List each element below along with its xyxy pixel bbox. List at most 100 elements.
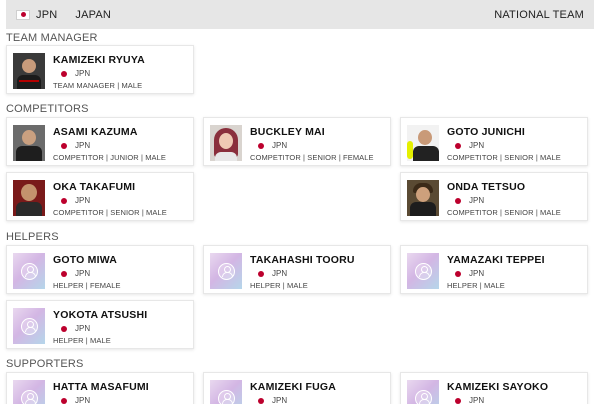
- japan-flag-icon: [455, 397, 461, 404]
- member-role: HELPER | MALE: [53, 336, 111, 345]
- japan-flag-icon: [258, 270, 264, 277]
- japan-flag-icon: [16, 9, 30, 20]
- japan-flag-icon: [61, 197, 67, 204]
- member-card-oka-takafumi[interactable]: OKA TAKAFUMI JPN COMPETITOR | SENIOR | M…: [6, 172, 194, 221]
- member-card-goto-junichi[interactable]: GOTO JUNICHI JPN COMPETITOR | SENIOR | M…: [400, 117, 588, 166]
- user-placeholder-icon: [20, 389, 38, 404]
- member-role: TEAM MANAGER | MALE: [53, 81, 143, 90]
- member-country: JPN: [61, 269, 90, 278]
- section-title-supporters: SUPPORTERS: [6, 358, 84, 370]
- user-placeholder-icon: [217, 262, 235, 280]
- japan-flag-icon: [455, 270, 461, 277]
- member-card-hatta-masafumi[interactable]: HATTA MASAFUMI JPN: [6, 372, 194, 404]
- avatar: [13, 125, 45, 161]
- avatar-placeholder: [407, 253, 439, 289]
- member-name: YAMAZAKI TEPPEI: [447, 254, 545, 266]
- member-name: KAMIZEKI RYUYA: [53, 54, 145, 66]
- member-name: TAKAHASHI TOORU: [250, 254, 355, 266]
- avatar: [13, 53, 45, 89]
- member-name: KAMIZEKI SAYOKO: [447, 381, 549, 393]
- member-name: OKA TAKAFUMI: [53, 181, 136, 193]
- avatar: [13, 180, 45, 216]
- user-placeholder-icon: [20, 262, 38, 280]
- member-card-yamazaki-teppei[interactable]: YAMAZAKI TEPPEI JPN HELPER | MALE: [400, 245, 588, 294]
- japan-flag-icon: [61, 70, 67, 77]
- japan-flag-icon: [61, 325, 67, 332]
- member-name: KAMIZEKI FUGA: [250, 381, 337, 393]
- member-card-asami-kazuma[interactable]: ASAMI KAZUMA JPN COMPETITOR | JUNIOR | M…: [6, 117, 194, 166]
- section-title-competitors: COMPETITORS: [6, 103, 89, 115]
- japan-flag-icon: [61, 270, 67, 277]
- member-role: HELPER | MALE: [447, 281, 505, 290]
- avatar-placeholder: [210, 380, 242, 404]
- avatar: [407, 180, 439, 216]
- user-placeholder-icon: [414, 262, 432, 280]
- member-card-kamizeki-sayoko[interactable]: KAMIZEKI SAYOKO JPN: [400, 372, 588, 404]
- japan-flag-icon: [61, 142, 67, 149]
- country-block: JPN JAPAN: [16, 9, 111, 21]
- avatar-placeholder: [407, 380, 439, 404]
- member-country: JPN: [61, 196, 90, 205]
- member-country-code: JPN: [469, 396, 485, 404]
- member-country-code: JPN: [469, 196, 485, 205]
- user-placeholder-icon: [20, 317, 38, 335]
- member-country: JPN: [258, 141, 287, 150]
- member-role: COMPETITOR | SENIOR | MALE: [447, 208, 561, 217]
- member-role: HELPER | MALE: [250, 281, 308, 290]
- member-card-yokota-atsushi[interactable]: YOKOTA ATSUSHI JPN HELPER | MALE: [6, 300, 194, 349]
- avatar-placeholder: [210, 253, 242, 289]
- member-name: YOKOTA ATSUSHI: [53, 309, 148, 321]
- avatar: [210, 125, 242, 161]
- country-name: JAPAN: [75, 8, 112, 21]
- avatar-placeholder: [13, 308, 45, 344]
- member-country-code: JPN: [469, 141, 485, 150]
- member-country-code: JPN: [272, 396, 288, 404]
- member-country: JPN: [258, 396, 287, 404]
- member-country: JPN: [61, 141, 90, 150]
- member-country: JPN: [455, 396, 484, 404]
- member-name: GOTO MIWA: [53, 254, 118, 266]
- member-card-takahashi-tooru[interactable]: TAKAHASHI TOORU JPN HELPER | MALE: [203, 245, 391, 294]
- member-country: JPN: [61, 324, 90, 333]
- member-country: JPN: [455, 269, 484, 278]
- team-header-bar: JPN JAPAN NATIONAL TEAM: [6, 0, 594, 29]
- member-card-kamizeki-ryuya[interactable]: KAMIZEKI RYUYA JPN TEAM MANAGER | MALE: [6, 45, 194, 94]
- team-type-label: NATIONAL TEAM: [494, 8, 584, 21]
- japan-flag-icon: [61, 397, 67, 404]
- member-country: JPN: [455, 196, 484, 205]
- japan-flag-icon: [258, 397, 264, 404]
- member-role: COMPETITOR | JUNIOR | MALE: [53, 153, 167, 162]
- member-card-buckley-mai[interactable]: BUCKLEY MAI JPN COMPETITOR | SENIOR | FE…: [203, 117, 391, 166]
- member-name: ASAMI KAZUMA: [53, 126, 138, 138]
- japan-flag-icon: [455, 197, 461, 204]
- member-role: COMPETITOR | SENIOR | MALE: [53, 208, 167, 217]
- member-name: HATTA MASAFUMI: [53, 381, 149, 393]
- member-name: BUCKLEY MAI: [250, 126, 325, 138]
- section-title-helpers: HELPERS: [6, 231, 59, 243]
- member-country-code: JPN: [75, 196, 91, 205]
- member-card-goto-miwa[interactable]: GOTO MIWA JPN HELPER | FEMALE: [6, 245, 194, 294]
- member-name: ONDA TETSUO: [447, 181, 526, 193]
- avatar: [407, 125, 439, 161]
- member-country: JPN: [61, 396, 90, 404]
- member-country: JPN: [258, 269, 287, 278]
- member-country-code: JPN: [75, 69, 91, 78]
- member-country-code: JPN: [75, 396, 91, 404]
- member-card-onda-tetsuo[interactable]: ONDA TETSUO JPN COMPETITOR | SENIOR | MA…: [400, 172, 588, 221]
- member-country-code: JPN: [272, 269, 288, 278]
- member-country-code: JPN: [75, 324, 91, 333]
- member-card-kamizeki-fuga[interactable]: KAMIZEKI FUGA JPN: [203, 372, 391, 404]
- user-placeholder-icon: [217, 389, 235, 404]
- member-country-code: JPN: [272, 141, 288, 150]
- section-title-team-manager: TEAM MANAGER: [6, 32, 98, 44]
- member-role: COMPETITOR | SENIOR | MALE: [447, 153, 561, 162]
- japan-flag-icon: [258, 142, 264, 149]
- avatar-placeholder: [13, 253, 45, 289]
- member-role: COMPETITOR | SENIOR | FEMALE: [250, 153, 374, 162]
- user-placeholder-icon: [414, 389, 432, 404]
- member-country-code: JPN: [75, 269, 91, 278]
- member-name: GOTO JUNICHI: [447, 126, 526, 138]
- member-country-code: JPN: [469, 269, 485, 278]
- avatar-placeholder: [13, 380, 45, 404]
- member-role: HELPER | FEMALE: [53, 281, 121, 290]
